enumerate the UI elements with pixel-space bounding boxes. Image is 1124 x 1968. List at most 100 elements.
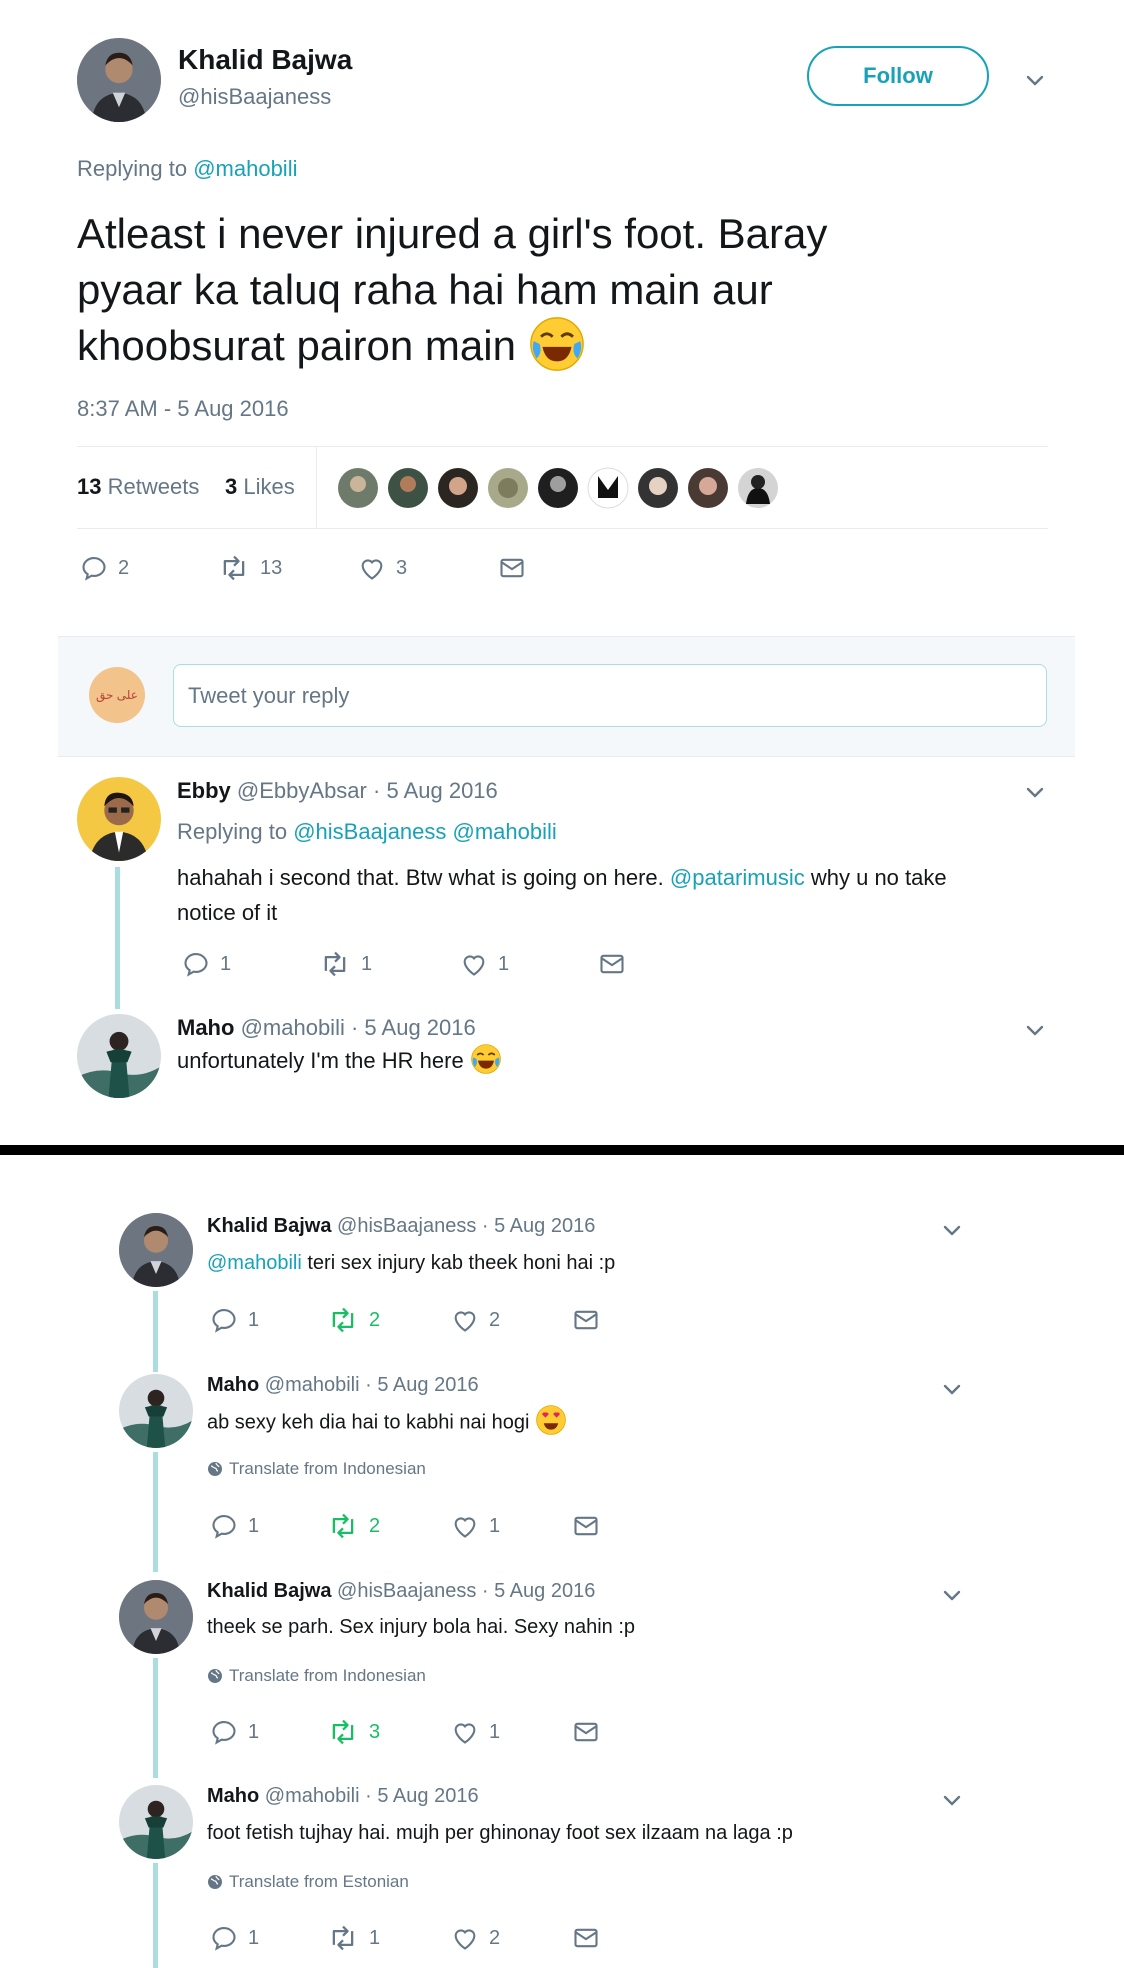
reply-action[interactable]: 2	[80, 554, 129, 582]
tweet-text: foot fetish tujhay hai. mujh per ghinona…	[207, 1822, 793, 1844]
like-action[interactable]: 1	[451, 1718, 500, 1746]
tweet-date[interactable]: · 5 Aug 2016	[351, 1015, 476, 1040]
dm-action[interactable]	[598, 950, 626, 978]
author-handle[interactable]: @mahobili	[265, 1374, 360, 1396]
chevron-down-icon[interactable]	[1023, 68, 1047, 92]
screenshot-separator	[0, 1145, 1124, 1155]
author-handle[interactable]: @EbbyAbsar	[237, 778, 367, 803]
tweet-text-line: pyaar ka taluq raha hai ham main aur	[77, 266, 773, 313]
globe-icon	[207, 1668, 223, 1684]
tweet-text: ab sexy keh dia hai to kabhi nai hogi	[207, 1410, 567, 1436]
translate-link[interactable]: Translate from Indonesian	[207, 1459, 426, 1479]
retweet-icon	[327, 1718, 359, 1746]
author-handle[interactable]: @mahobili	[265, 1785, 360, 1807]
tweet-text-line: Atleast i never injured a girl's foot. B…	[77, 210, 828, 257]
avatar[interactable]	[77, 777, 161, 861]
tweet-date[interactable]: · 5 Aug 2016	[365, 1374, 478, 1396]
retweet-action[interactable]: 13	[218, 554, 282, 582]
reply-action[interactable]: 1	[182, 950, 231, 978]
retweet-icon	[327, 1924, 359, 1952]
thread-line	[115, 867, 120, 1009]
mention-link[interactable]: @patarimusic	[670, 865, 805, 890]
retweet-action[interactable]: 1	[319, 950, 372, 978]
envelope-icon	[572, 1924, 600, 1952]
translate-link[interactable]: Translate from Estonian	[207, 1872, 409, 1892]
heart-icon	[451, 1718, 479, 1746]
author-name[interactable]: Khalid Bajwa	[207, 1215, 331, 1237]
dm-action[interactable]	[572, 1512, 600, 1540]
envelope-icon	[572, 1718, 600, 1746]
chevron-down-icon[interactable]	[940, 1583, 964, 1607]
liker-avatar-row[interactable]	[336, 466, 786, 510]
author-name[interactable]: Maho	[207, 1785, 259, 1807]
like-action[interactable]: 1	[460, 950, 509, 978]
tweet-timestamp[interactable]: 8:37 AM - 5 Aug 2016	[77, 396, 289, 422]
avatar: علی حق	[89, 667, 145, 723]
tweet-header: Maho @mahobili · 5 Aug 2016	[207, 1785, 479, 1808]
author-handle[interactable]: @hisBaajaness	[178, 84, 331, 110]
chevron-down-icon[interactable]	[1023, 1018, 1047, 1042]
author-name[interactable]: Khalid Bajwa	[178, 44, 352, 76]
reply-action[interactable]: 1	[210, 1306, 259, 1334]
tweet-date[interactable]: · 5 Aug 2016	[482, 1215, 595, 1237]
dm-action[interactable]	[572, 1718, 600, 1746]
dm-action[interactable]	[572, 1306, 600, 1334]
dm-action[interactable]	[572, 1924, 600, 1952]
tweet-text: @mahobili teri sex injury kab theek honi…	[207, 1252, 616, 1274]
retweets-stat[interactable]: 13 Retweets	[77, 474, 199, 500]
avatar[interactable]	[119, 1374, 193, 1448]
reply-icon	[80, 554, 108, 582]
chevron-down-icon[interactable]	[940, 1788, 964, 1812]
reply-icon	[182, 950, 210, 978]
author-name[interactable]: Khalid Bajwa	[207, 1580, 331, 1602]
reply-icon	[210, 1718, 238, 1746]
tweet-date[interactable]: · 5 Aug 2016	[482, 1580, 595, 1602]
dm-action[interactable]	[498, 554, 526, 582]
tweet-header: Ebby @EbbyAbsar · 5 Aug 2016	[177, 778, 498, 804]
chevron-down-icon[interactable]	[940, 1377, 964, 1401]
heart-icon	[358, 554, 386, 582]
author-handle[interactable]: @mahobili	[241, 1015, 345, 1040]
envelope-icon	[572, 1306, 600, 1334]
tweet-date[interactable]: · 5 Aug 2016	[373, 778, 498, 803]
author-name[interactable]: Ebby	[177, 778, 231, 803]
avatar[interactable]	[119, 1580, 193, 1654]
follow-button[interactable]: Follow	[807, 46, 989, 106]
retweet-action[interactable]: 2	[327, 1512, 380, 1540]
tweet-header: Khalid Bajwa @hisBaajaness · 5 Aug 2016	[207, 1580, 595, 1603]
mention-link[interactable]: @mahobili	[207, 1252, 302, 1274]
replying-to-link[interactable]: @mahobili	[193, 156, 297, 181]
chevron-down-icon[interactable]	[940, 1218, 964, 1242]
author-name[interactable]: Maho	[207, 1374, 259, 1396]
reply-action[interactable]: 1	[210, 1718, 259, 1746]
replying-to-link[interactable]: @hisBaajaness @mahobili	[293, 819, 557, 844]
like-action[interactable]: 2	[451, 1924, 500, 1952]
avatar[interactable]	[77, 38, 161, 122]
avatar[interactable]	[77, 1014, 161, 1098]
divider	[316, 446, 317, 528]
author-name[interactable]: Maho	[177, 1015, 234, 1040]
reply-action[interactable]: 1	[210, 1512, 259, 1540]
retweet-action[interactable]: 1	[327, 1924, 380, 1952]
retweet-action[interactable]: 3	[327, 1718, 380, 1746]
envelope-icon	[498, 554, 526, 582]
author-handle[interactable]: @hisBaajaness	[337, 1580, 476, 1602]
avatar[interactable]	[119, 1213, 193, 1287]
translate-link[interactable]: Translate from Indonesian	[207, 1666, 426, 1686]
globe-icon	[207, 1461, 223, 1477]
like-action[interactable]: 2	[451, 1306, 500, 1334]
reply-icon	[210, 1512, 238, 1540]
reply-action[interactable]: 1	[210, 1924, 259, 1952]
reply-icon	[210, 1924, 238, 1952]
like-action[interactable]: 3	[358, 554, 407, 582]
reply-input[interactable]: Tweet your reply	[173, 664, 1047, 727]
tweet-text: hahahah i second that. Btw what is going…	[177, 865, 947, 925]
like-action[interactable]: 1	[451, 1512, 500, 1540]
avatar[interactable]	[119, 1785, 193, 1859]
replying-to-label: Replying to	[77, 156, 188, 181]
retweet-action[interactable]: 2	[327, 1306, 380, 1334]
tweet-date[interactable]: · 5 Aug 2016	[365, 1785, 478, 1807]
author-handle[interactable]: @hisBaajaness	[337, 1215, 476, 1237]
chevron-down-icon[interactable]	[1023, 780, 1047, 804]
likes-stat[interactable]: 3 Likes	[225, 474, 295, 500]
